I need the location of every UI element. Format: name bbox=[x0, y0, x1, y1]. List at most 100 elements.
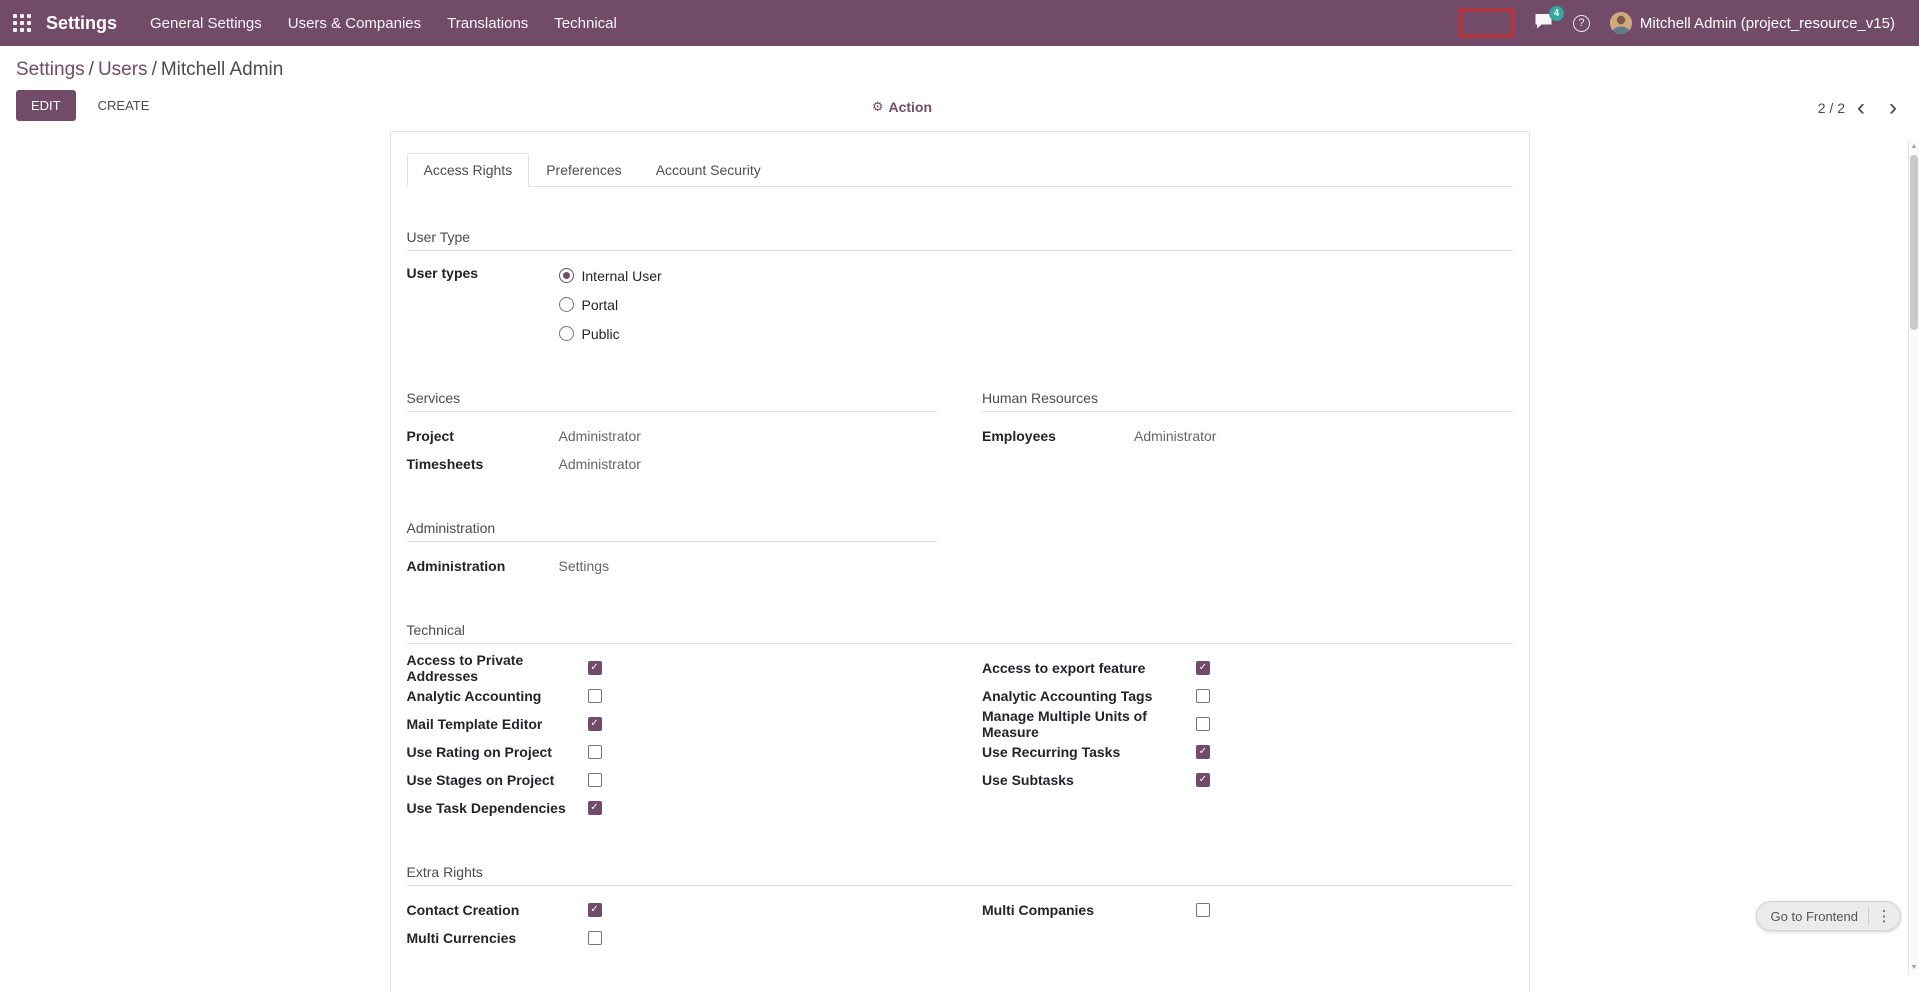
checkbox[interactable]: ✓ bbox=[1196, 745, 1210, 759]
scroll-up-icon[interactable]: ▲ bbox=[1909, 141, 1919, 153]
radio-button[interactable] bbox=[559, 297, 574, 312]
user-menu[interactable]: Mitchell Admin (project_resource_v15) bbox=[1600, 0, 1905, 46]
checkbox-row: Multi Companies bbox=[982, 896, 1513, 924]
checkbox[interactable] bbox=[1196, 903, 1210, 917]
administration-fields: AdministrationSettings bbox=[407, 552, 938, 580]
notebook-tabs: Access RightsPreferencesAccount Security bbox=[407, 153, 1513, 187]
checkbox-row: Manage Multiple Units of Measure bbox=[982, 710, 1513, 738]
services-column: Services ProjectAdministratorTimesheetsA… bbox=[407, 390, 938, 478]
technical-left-column: Access to Private Addresses✓Analytic Acc… bbox=[407, 654, 938, 822]
pager-next-icon[interactable]: › bbox=[1877, 97, 1909, 119]
user-types-label: User types bbox=[407, 261, 559, 281]
radio-button[interactable] bbox=[559, 326, 574, 341]
extra-rights-section: Extra Rights Contact Creation✓Multi Curr… bbox=[407, 864, 1513, 952]
field-value: Settings bbox=[559, 558, 938, 574]
section-heading-services: Services bbox=[407, 390, 938, 412]
control-panel-buttons: EDIT CREATE bbox=[16, 90, 1903, 121]
kebab-menu-icon[interactable]: ⋮ bbox=[1873, 907, 1895, 925]
help-icon: ? bbox=[1573, 15, 1590, 32]
checkbox[interactable] bbox=[588, 689, 602, 703]
checkbox-label: Access to export feature bbox=[982, 660, 1196, 676]
go-to-frontend-button[interactable]: Go to Frontend ⋮ bbox=[1756, 901, 1901, 931]
apps-menu-button[interactable] bbox=[0, 0, 44, 46]
scroll-down-icon[interactable]: ▼ bbox=[1909, 962, 1919, 974]
checkbox-label: Use Recurring Tasks bbox=[982, 744, 1196, 760]
checkbox-row: Mail Template Editor✓ bbox=[407, 710, 938, 738]
breadcrumb-settings[interactable]: Settings bbox=[16, 59, 85, 80]
checkbox[interactable] bbox=[1196, 689, 1210, 703]
menu-general-settings[interactable]: General Settings bbox=[137, 0, 275, 46]
checkbox[interactable] bbox=[1196, 717, 1210, 731]
checkbox[interactable]: ✓ bbox=[588, 903, 602, 917]
menu-users-companies[interactable]: Users & Companies bbox=[275, 0, 434, 46]
action-menu-label: Action bbox=[888, 99, 932, 115]
help-button[interactable]: ? bbox=[1563, 0, 1600, 46]
checkbox[interactable]: ✓ bbox=[1196, 661, 1210, 675]
debug-icon-annotation-box bbox=[1460, 9, 1514, 37]
radio-button[interactable] bbox=[559, 268, 574, 283]
current-app-title[interactable]: Settings bbox=[46, 13, 117, 34]
main-content: Access RightsPreferencesAccount Security… bbox=[0, 131, 1919, 991]
create-button[interactable]: CREATE bbox=[86, 91, 162, 120]
checkbox-label: Manage Multiple Units of Measure bbox=[982, 708, 1196, 740]
action-menu-button[interactable]: ⚙ Action bbox=[872, 99, 932, 115]
checkbox[interactable]: ✓ bbox=[1196, 773, 1210, 787]
checkbox-label: Access to Private Addresses bbox=[407, 652, 588, 684]
user-avatar bbox=[1610, 12, 1632, 34]
user-types-radio-group: Internal UserPortalPublic bbox=[559, 261, 1513, 348]
checkbox-label: Contact Creation bbox=[407, 902, 588, 918]
checkbox[interactable] bbox=[588, 745, 602, 759]
checkbox[interactable]: ✓ bbox=[588, 801, 602, 815]
breadcrumb-separator: / bbox=[148, 59, 161, 80]
systray: 4 ? Mitchell Admin (project_resource_v15… bbox=[1460, 0, 1919, 46]
checkbox[interactable] bbox=[588, 931, 602, 945]
checkbox-row: Use Rating on Project bbox=[407, 738, 938, 766]
user-name: Mitchell Admin (project_resource_v15) bbox=[1632, 15, 1895, 32]
human-resources-fields: EmployeesAdministrator bbox=[982, 422, 1513, 450]
checkbox-row: Access to export feature✓ bbox=[982, 654, 1513, 682]
user-types-field: User types Internal UserPortalPublic bbox=[407, 261, 1513, 348]
breadcrumb-users[interactable]: Users bbox=[98, 59, 148, 80]
tab-access-rights[interactable]: Access Rights bbox=[407, 153, 530, 187]
menu-translations[interactable]: Translations bbox=[434, 0, 541, 46]
radio-option: Internal User bbox=[559, 261, 1513, 290]
form-sheet: Access RightsPreferencesAccount Security… bbox=[390, 131, 1530, 991]
messages-button[interactable]: 4 bbox=[1524, 0, 1563, 46]
section-heading-human-resources: Human Resources bbox=[982, 390, 1513, 412]
vertical-scrollbar[interactable]: ▲ ▼ bbox=[1908, 140, 1919, 975]
checkbox-label: Mail Template Editor bbox=[407, 716, 588, 732]
tab-preferences[interactable]: Preferences bbox=[529, 153, 638, 187]
tab-account-security[interactable]: Account Security bbox=[639, 153, 778, 187]
breadcrumb-current: Mitchell Admin bbox=[161, 59, 284, 80]
pager-previous-icon[interactable]: ‹ bbox=[1845, 97, 1877, 119]
top-menu: General Settings Users & Companies Trans… bbox=[137, 0, 630, 46]
field-label: Administration bbox=[407, 558, 559, 574]
section-heading-extra-rights: Extra Rights bbox=[407, 864, 1513, 886]
checkbox-label: Multi Currencies bbox=[407, 930, 588, 946]
checkbox-label: Use Subtasks bbox=[982, 772, 1196, 788]
extra-rights-right-column: Multi Companies bbox=[982, 896, 1513, 924]
checkbox-label: Use Task Dependencies bbox=[407, 800, 588, 816]
checkbox-label: Multi Companies bbox=[982, 902, 1196, 918]
checkbox-row: Analytic Accounting Tags bbox=[982, 682, 1513, 710]
field-row: ProjectAdministrator bbox=[407, 422, 938, 450]
radio-label: Portal bbox=[582, 297, 619, 313]
breadcrumb: Settings/Users/Mitchell Admin bbox=[16, 59, 1903, 81]
services-fields: ProjectAdministratorTimesheetsAdministra… bbox=[407, 422, 938, 478]
field-value: Administrator bbox=[559, 456, 938, 472]
menu-technical[interactable]: Technical bbox=[541, 0, 630, 46]
checkbox-row: Analytic Accounting bbox=[407, 682, 938, 710]
frontend-switcher-divider bbox=[1868, 907, 1869, 925]
checkbox-label: Use Stages on Project bbox=[407, 772, 588, 788]
scrollbar-thumb[interactable] bbox=[1910, 155, 1918, 330]
checkbox-row: Multi Currencies bbox=[407, 924, 938, 952]
section-heading-user-type: User Type bbox=[407, 229, 1513, 251]
checkbox[interactable]: ✓ bbox=[588, 717, 602, 731]
messages-count-badge: 4 bbox=[1549, 6, 1564, 21]
checkbox[interactable] bbox=[588, 773, 602, 787]
field-row: EmployeesAdministrator bbox=[982, 422, 1513, 450]
checkbox-label: Analytic Accounting Tags bbox=[982, 688, 1196, 704]
edit-button[interactable]: EDIT bbox=[16, 90, 76, 121]
checkbox[interactable]: ✓ bbox=[588, 661, 602, 675]
field-value: Administrator bbox=[1134, 428, 1513, 444]
